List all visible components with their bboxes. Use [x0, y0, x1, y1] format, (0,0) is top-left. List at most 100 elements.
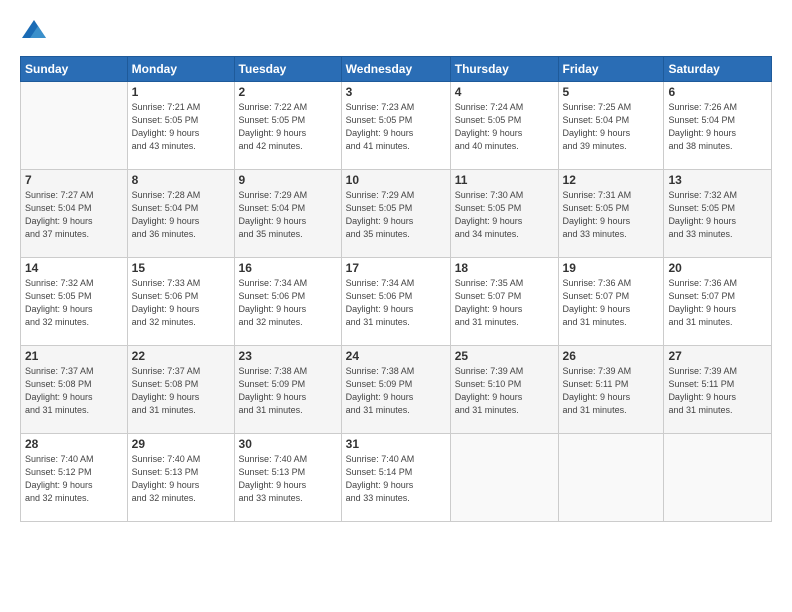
day-detail: Sunrise: 7:40 AM Sunset: 5:13 PM Dayligh…	[132, 453, 230, 505]
calendar-cell: 21Sunrise: 7:37 AM Sunset: 5:08 PM Dayli…	[21, 346, 128, 434]
calendar-cell: 31 Sunrise: 7:40 AM Sunset: 5:14 PM Dayli…	[341, 434, 450, 522]
day-number: 15	[132, 261, 230, 275]
calendar-cell: 25 Sunrise: 7:39 AM Sunset: 5:10 PM Dayli…	[450, 346, 558, 434]
day-number: 6	[668, 85, 767, 99]
day-number: 20	[668, 261, 767, 275]
week-row-2: 14Sunrise: 7:32 AM Sunset: 5:05 PM Dayli…	[21, 258, 772, 346]
calendar-cell: 1 Sunrise: 7:21 AM Sunset: 5:05 PM Daylig…	[127, 82, 234, 170]
calendar-cell: 5 Sunrise: 7:25 AM Sunset: 5:04 PM Daylig…	[558, 82, 664, 170]
calendar-cell: 23Sunrise: 7:38 AM Sunset: 5:09 PM Dayli…	[234, 346, 341, 434]
day-detail: Sunrise: 7:34 AM Sunset: 5:06 PM Dayligh…	[239, 277, 337, 329]
day-detail: Sunrise: 7:39 AM Sunset: 5:11 PM Dayligh…	[563, 365, 660, 417]
day-detail: Sunrise: 7:29 AM Sunset: 5:05 PM Dayligh…	[346, 189, 446, 241]
day-number: 3	[346, 85, 446, 99]
day-detail: Sunrise: 7:37 AM Sunset: 5:08 PM Dayligh…	[132, 365, 230, 417]
calendar-cell: 22 Sunrise: 7:37 AM Sunset: 5:08 PM Dayli…	[127, 346, 234, 434]
calendar-cell: 14Sunrise: 7:32 AM Sunset: 5:05 PM Dayli…	[21, 258, 128, 346]
calendar-cell: 26 Sunrise: 7:39 AM Sunset: 5:11 PM Dayli…	[558, 346, 664, 434]
day-detail: Sunrise: 7:22 AM Sunset: 5:05 PM Dayligh…	[239, 101, 337, 153]
day-number: 2	[239, 85, 337, 99]
day-number: 27	[668, 349, 767, 363]
calendar-cell: 24Sunrise: 7:38 AM Sunset: 5:09 PM Dayli…	[341, 346, 450, 434]
calendar-table: SundayMondayTuesdayWednesdayThursdayFrid…	[20, 56, 772, 522]
col-header-saturday: Saturday	[664, 57, 772, 82]
day-detail: Sunrise: 7:29 AM Sunset: 5:04 PM Dayligh…	[239, 189, 337, 241]
col-header-sunday: Sunday	[21, 57, 128, 82]
day-detail: Sunrise: 7:39 AM Sunset: 5:11 PM Dayligh…	[668, 365, 767, 417]
calendar-cell: 27 Sunrise: 7:39 AM Sunset: 5:11 PM Dayli…	[664, 346, 772, 434]
day-detail: Sunrise: 7:40 AM Sunset: 5:12 PM Dayligh…	[25, 453, 123, 505]
day-detail: Sunrise: 7:24 AM Sunset: 5:05 PM Dayligh…	[455, 101, 554, 153]
header	[20, 18, 772, 46]
day-number: 19	[563, 261, 660, 275]
day-number: 25	[455, 349, 554, 363]
calendar-cell: 28 Sunrise: 7:40 AM Sunset: 5:12 PM Dayli…	[21, 434, 128, 522]
day-number: 23	[239, 349, 337, 363]
calendar-cell: 13Sunrise: 7:32 AM Sunset: 5:05 PM Dayli…	[664, 170, 772, 258]
day-detail: Sunrise: 7:21 AM Sunset: 5:05 PM Dayligh…	[132, 101, 230, 153]
day-number: 9	[239, 173, 337, 187]
day-number: 16	[239, 261, 337, 275]
logo	[20, 18, 52, 46]
day-number: 30	[239, 437, 337, 451]
week-row-1: 7 Sunrise: 7:27 AM Sunset: 5:04 PM Daylig…	[21, 170, 772, 258]
calendar-cell	[21, 82, 128, 170]
day-number: 4	[455, 85, 554, 99]
day-detail: Sunrise: 7:27 AM Sunset: 5:04 PM Dayligh…	[25, 189, 123, 241]
col-header-friday: Friday	[558, 57, 664, 82]
day-number: 10	[346, 173, 446, 187]
day-detail: Sunrise: 7:25 AM Sunset: 5:04 PM Dayligh…	[563, 101, 660, 153]
calendar-cell: 8Sunrise: 7:28 AM Sunset: 5:04 PM Daylig…	[127, 170, 234, 258]
day-number: 29	[132, 437, 230, 451]
day-detail: Sunrise: 7:39 AM Sunset: 5:10 PM Dayligh…	[455, 365, 554, 417]
day-number: 12	[563, 173, 660, 187]
day-number: 17	[346, 261, 446, 275]
calendar-cell: 6 Sunrise: 7:26 AM Sunset: 5:04 PM Daylig…	[664, 82, 772, 170]
day-detail: Sunrise: 7:40 AM Sunset: 5:14 PM Dayligh…	[346, 453, 446, 505]
day-detail: Sunrise: 7:36 AM Sunset: 5:07 PM Dayligh…	[563, 277, 660, 329]
col-header-wednesday: Wednesday	[341, 57, 450, 82]
calendar-cell: 11 Sunrise: 7:30 AM Sunset: 5:05 PM Dayli…	[450, 170, 558, 258]
col-header-monday: Monday	[127, 57, 234, 82]
calendar-cell: 30 Sunrise: 7:40 AM Sunset: 5:13 PM Dayli…	[234, 434, 341, 522]
calendar-cell: 20Sunrise: 7:36 AM Sunset: 5:07 PM Dayli…	[664, 258, 772, 346]
col-header-thursday: Thursday	[450, 57, 558, 82]
col-header-tuesday: Tuesday	[234, 57, 341, 82]
calendar-cell: 2 Sunrise: 7:22 AM Sunset: 5:05 PM Daylig…	[234, 82, 341, 170]
day-number: 21	[25, 349, 123, 363]
day-number: 26	[563, 349, 660, 363]
calendar-header-row: SundayMondayTuesdayWednesdayThursdayFrid…	[21, 57, 772, 82]
day-detail: Sunrise: 7:34 AM Sunset: 5:06 PM Dayligh…	[346, 277, 446, 329]
day-number: 11	[455, 173, 554, 187]
calendar-cell: 3Sunrise: 7:23 AM Sunset: 5:05 PM Daylig…	[341, 82, 450, 170]
week-row-0: 1 Sunrise: 7:21 AM Sunset: 5:05 PM Daylig…	[21, 82, 772, 170]
day-number: 5	[563, 85, 660, 99]
calendar-cell: 9 Sunrise: 7:29 AM Sunset: 5:04 PM Daylig…	[234, 170, 341, 258]
day-detail: Sunrise: 7:30 AM Sunset: 5:05 PM Dayligh…	[455, 189, 554, 241]
day-number: 22	[132, 349, 230, 363]
calendar-cell	[664, 434, 772, 522]
day-number: 1	[132, 85, 230, 99]
day-detail: Sunrise: 7:40 AM Sunset: 5:13 PM Dayligh…	[239, 453, 337, 505]
day-number: 14	[25, 261, 123, 275]
day-number: 13	[668, 173, 767, 187]
day-number: 7	[25, 173, 123, 187]
calendar-cell: 16 Sunrise: 7:34 AM Sunset: 5:06 PM Dayli…	[234, 258, 341, 346]
calendar-cell: 18Sunrise: 7:35 AM Sunset: 5:07 PM Dayli…	[450, 258, 558, 346]
day-detail: Sunrise: 7:31 AM Sunset: 5:05 PM Dayligh…	[563, 189, 660, 241]
day-detail: Sunrise: 7:26 AM Sunset: 5:04 PM Dayligh…	[668, 101, 767, 153]
day-number: 31	[346, 437, 446, 451]
day-detail: Sunrise: 7:35 AM Sunset: 5:07 PM Dayligh…	[455, 277, 554, 329]
week-row-3: 21 Sunrise: 7:37 AM Sunset: 5:08 PM Dayli…	[21, 346, 772, 434]
calendar-cell: 7 Sunrise: 7:27 AM Sunset: 5:04 PM Daylig…	[21, 170, 128, 258]
calendar-cell: 10 Sunrise: 7:29 AM Sunset: 5:05 PM Dayli…	[341, 170, 450, 258]
calendar-cell: 12 Sunrise: 7:31 AM Sunset: 5:05 PM Dayli…	[558, 170, 664, 258]
day-detail: Sunrise: 7:28 AM Sunset: 5:04 PM Dayligh…	[132, 189, 230, 241]
calendar-cell	[558, 434, 664, 522]
calendar-cell: 17 Sunrise: 7:34 AM Sunset: 5:06 PM Dayli…	[341, 258, 450, 346]
day-number: 24	[346, 349, 446, 363]
day-number: 28	[25, 437, 123, 451]
calendar-cell	[450, 434, 558, 522]
page: SundayMondayTuesdayWednesdayThursdayFrid…	[0, 0, 792, 612]
calendar-cell: 15Sunrise: 7:33 AM Sunset: 5:06 PM Dayli…	[127, 258, 234, 346]
